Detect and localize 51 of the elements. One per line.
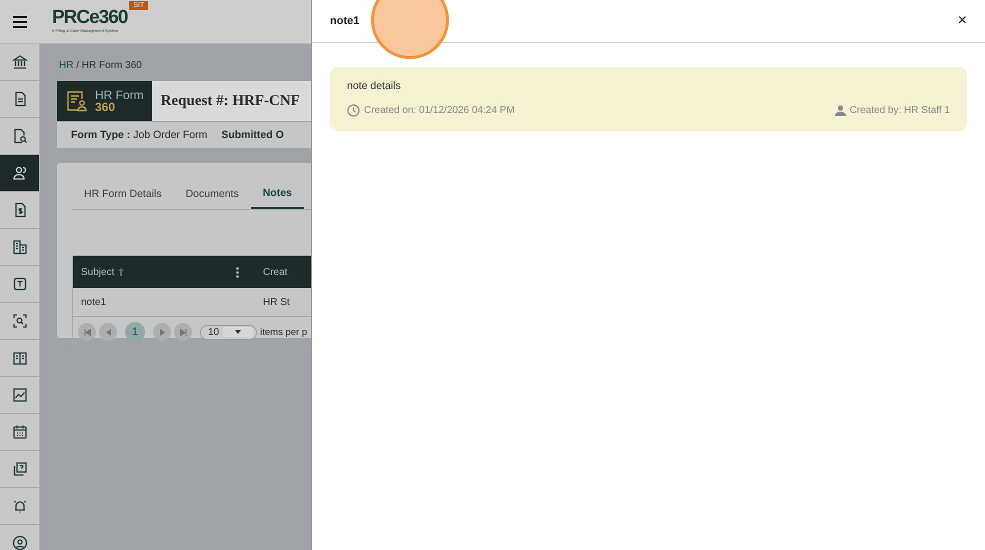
last-page-button[interactable]: [174, 323, 192, 341]
column-menu-icon[interactable]: [236, 266, 239, 278]
previous-icon: [106, 328, 110, 336]
book-icon: [12, 350, 28, 366]
tab[interactable]: HR Form Details: [72, 179, 174, 209]
drawer-title: note1: [330, 15, 360, 27]
bank-icon: [12, 54, 28, 70]
badge-title: HR Form: [95, 88, 144, 100]
table-cell-text: HR St: [262, 296, 290, 308]
calendar-icon: [12, 424, 28, 440]
form-field: Form Type : Job Order Form: [71, 129, 208, 141]
breadcrumb-link[interactable]: HR: [59, 60, 74, 71]
clock-icon: [347, 104, 360, 117]
form-user-icon: [65, 89, 89, 113]
items-per-page-label: items per p: [260, 326, 308, 338]
column-header[interactable]: Creat: [247, 266, 288, 278]
next-page-button[interactable]: [153, 323, 171, 341]
first-page-button[interactable]: [78, 323, 96, 341]
help-cards-icon: [12, 461, 28, 477]
tab[interactable]: Notes: [250, 179, 304, 209]
tab[interactable]: Documents: [174, 179, 251, 209]
bell-icon: [12, 498, 28, 514]
breadcrumb-separator: /: [75, 60, 80, 71]
scan-search-icon: [12, 313, 28, 329]
logo: PRCe360: [52, 8, 128, 28]
user-icon: [834, 105, 846, 116]
column-header[interactable]: Subject: [81, 266, 114, 278]
chart-icon: [12, 387, 28, 403]
table-cell-text: note1: [80, 296, 108, 308]
page-size-select[interactable]: 10: [200, 324, 258, 340]
page-button[interactable]: 1: [125, 322, 145, 342]
note-icon: [12, 276, 28, 292]
breadcrumb-current: HR Form 360: [82, 60, 142, 71]
created-on: Created on: 01/12/2026 04:24 PM: [364, 105, 515, 116]
previous-page-button[interactable]: [99, 323, 117, 341]
caret-icon: [223, 327, 254, 337]
created-by: Created by: HR Staff 1: [850, 105, 950, 116]
note-text: note details: [347, 80, 402, 92]
sidebar-item[interactable]: [0, 155, 39, 192]
badge-number: 360: [95, 100, 116, 114]
last-page-icon: [180, 328, 186, 336]
close-button[interactable]: ×: [958, 12, 967, 30]
sort-arrow-icon[interactable]: [118, 268, 124, 276]
first-page-icon: [84, 328, 90, 336]
request-title: Request #: HRF-CNF: [160, 92, 300, 110]
people-icon: [12, 165, 28, 181]
menu-icon[interactable]: [13, 16, 27, 28]
form-field: Submitted O: [221, 129, 284, 141]
document-search-icon: [12, 128, 28, 144]
next-icon: [160, 328, 164, 336]
building-icon: [12, 239, 28, 255]
